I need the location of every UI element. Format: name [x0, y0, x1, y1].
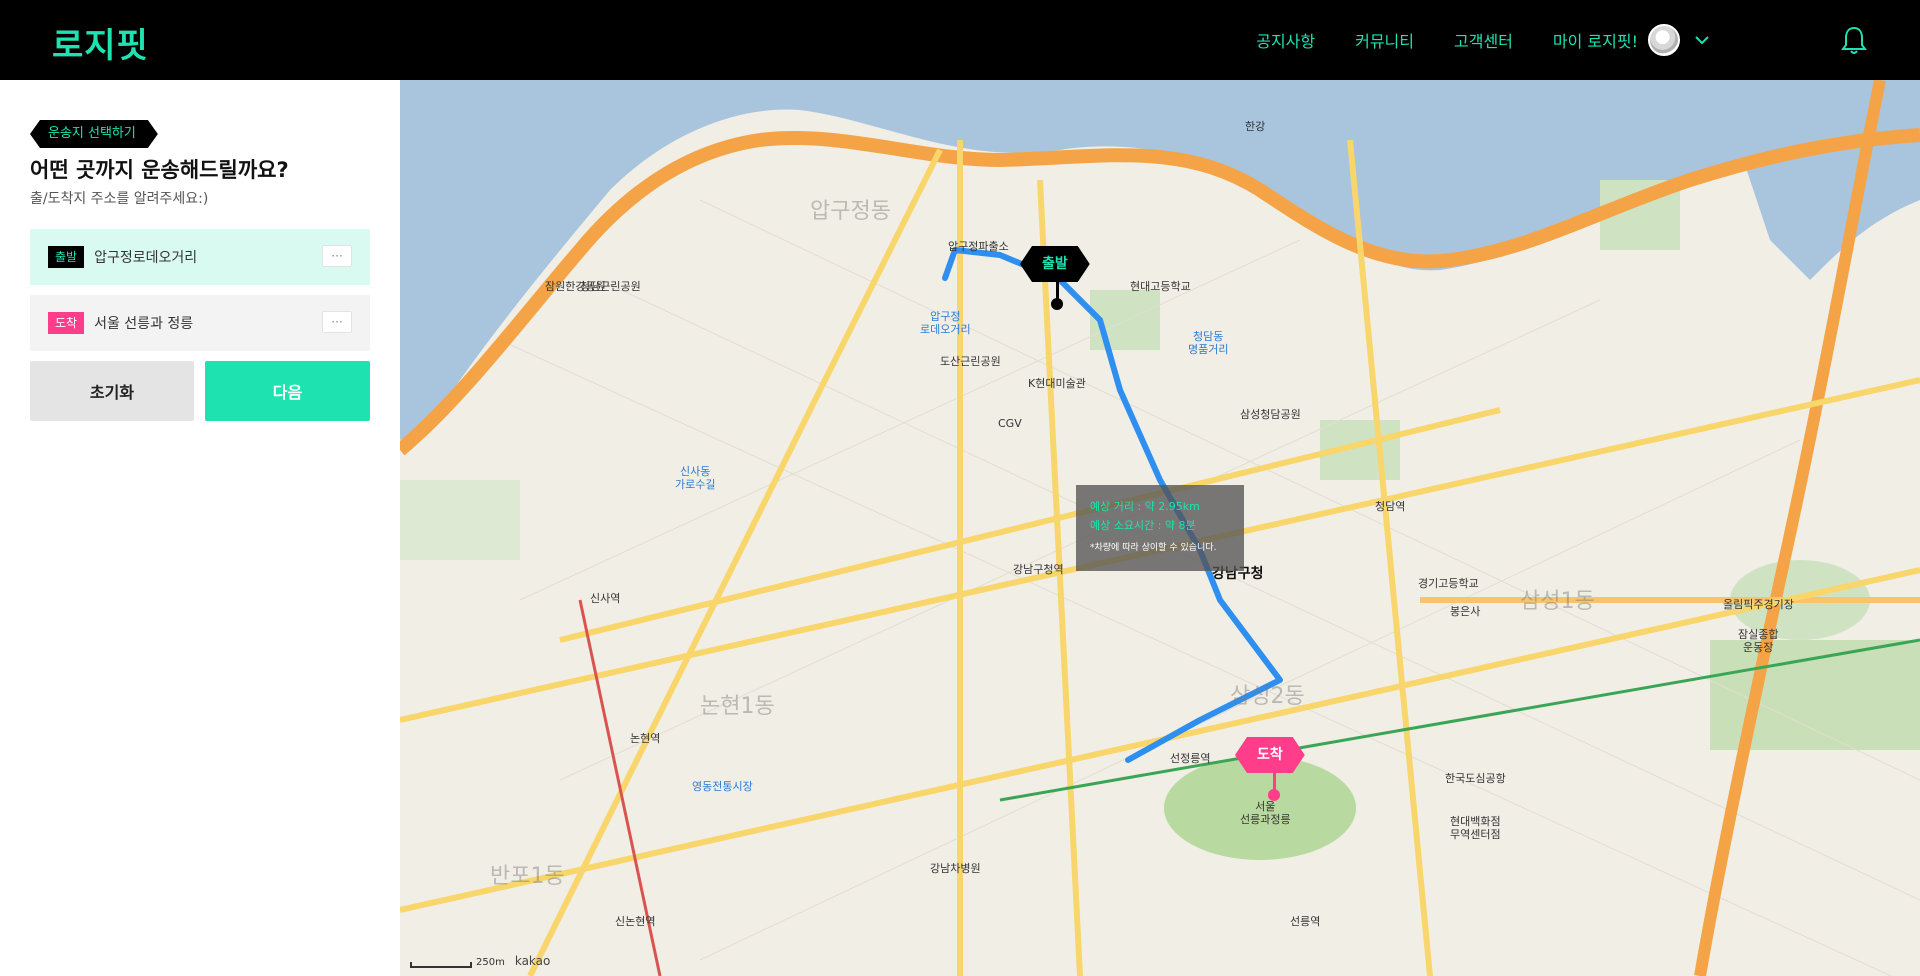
map-view[interactable]: 압구정 로데오거리 강남구청 서울 선릉과정릉 압구정동 논현1동 삼성1동 삼성2… [400, 80, 1920, 976]
my-menu[interactable]: 마이 로지핏! [1553, 24, 1710, 56]
map-label: 강남구청역 [1013, 563, 1064, 576]
start-address: 압구정로데오거리 [94, 250, 198, 266]
scale-label: 250m [476, 957, 505, 968]
next-button[interactable]: 다음 [205, 361, 370, 421]
map-label: 강남차병원 [930, 862, 981, 875]
map-label: 선정릉역 [1170, 752, 1211, 765]
map-label: 신사역 [590, 592, 621, 605]
end-more-button[interactable]: ··· [322, 311, 352, 333]
route-time: 예상 소요시간 : 약 8분 [1090, 519, 1196, 532]
map-label: 삼성2동 [1230, 684, 1305, 709]
map-label: 논현역 [630, 732, 661, 745]
route-sidebar: 운송지 선택하기 어떤 곳까지 운송해드릴까요? 출/도착지 주소를 알려주세요… [0, 80, 400, 976]
map-label: 신사동 가로수길 [675, 465, 716, 491]
start-marker[interactable]: 출발 [1020, 246, 1090, 282]
top-nav: 공지사항 커뮤니티 고객센터 마이 로지핏! [1256, 0, 1920, 80]
top-header: 로지핏 공지사항 커뮤니티 고객센터 마이 로지핏! [0, 0, 1920, 80]
map-label: 압구정 로데오거리 [920, 310, 971, 336]
logo[interactable]: 로지핏 [52, 18, 149, 67]
scale-bar [410, 962, 472, 968]
end-location-field[interactable]: 도착 서울 선릉과 정릉 ··· [30, 295, 370, 351]
page-title: 어떤 곳까지 운송해드릴까요? [30, 158, 289, 182]
map-label: CGV [998, 417, 1022, 430]
route-distance: 예상 거리 : 약 2.95km [1090, 500, 1200, 513]
step-tag: 운송지 선택하기 [30, 120, 158, 148]
my-menu-label: 마이 로지핏! [1552, 32, 1638, 51]
map-label: 압구정파출소 [948, 240, 1009, 253]
map-label: 현대백화점 무역센터점 [1450, 815, 1501, 841]
map-label: 영동전통시장 [692, 780, 753, 793]
map-label: 선릉역 [1290, 915, 1321, 928]
map-label: 잠실종합 운동장 [1738, 628, 1779, 654]
map-label: 서울 선릉과정릉 [1240, 800, 1291, 826]
map-label: 도산근린공원 [940, 355, 1001, 368]
map-provider-logo[interactable]: kakao [515, 954, 551, 968]
start-badge: 출발 [48, 246, 85, 268]
map-label: 올림픽주경기장 [1723, 598, 1794, 611]
map-label: 신논현역 [615, 915, 656, 928]
map-label: 잠원한강공원 [545, 280, 606, 293]
start-location-field[interactable]: 출발 압구정로데오거리 ··· [30, 229, 370, 285]
bell-icon[interactable] [1840, 24, 1868, 56]
page-subtitle: 출/도착지 주소를 알려주세요:) [30, 191, 209, 207]
chevron-down-icon[interactable] [1694, 32, 1710, 48]
map-label: 청담동 명품거리 [1188, 330, 1229, 356]
map-label: 현대고등학교 [1130, 280, 1191, 293]
map-label: 반포1동 [490, 864, 565, 889]
map-label: 삼성청담공원 [1240, 408, 1301, 421]
map-label: 청담역 [1375, 500, 1406, 513]
start-pin-dot [1051, 298, 1063, 310]
end-badge: 도착 [48, 312, 85, 334]
map-label: 압구정동 [810, 199, 891, 224]
end-pin-dot [1268, 789, 1280, 801]
map-label: 삼성1동 [1520, 589, 1595, 614]
nav-customer-center[interactable]: 고객센터 [1454, 28, 1513, 52]
map-label: 경기고등학교 [1418, 577, 1479, 590]
end-marker[interactable]: 도착 [1235, 737, 1305, 773]
route-note: *차량에 따라 상이할 수 있습니다. [1090, 543, 1217, 553]
nav-notice[interactable]: 공지사항 [1256, 28, 1315, 52]
map-label: 봉은사 [1450, 605, 1481, 618]
nav-community[interactable]: 커뮤니티 [1355, 28, 1414, 52]
avatar[interactable] [1648, 24, 1680, 56]
map-label: K현대미술관 [1028, 377, 1086, 390]
map-label: 논현1동 [700, 694, 775, 719]
reset-button[interactable]: 초기화 [30, 361, 194, 421]
map-label: 한강 [1245, 120, 1266, 133]
map-scale: 250m kakao [410, 954, 550, 968]
route-info-box: 예상 거리 : 약 2.95km 예상 소요시간 : 약 8분 *차량에 따라 … [1076, 485, 1244, 571]
map-label: 한국도심공항 [1445, 772, 1506, 785]
end-address: 서울 선릉과 정릉 [94, 316, 194, 332]
start-more-button[interactable]: ··· [322, 245, 352, 267]
